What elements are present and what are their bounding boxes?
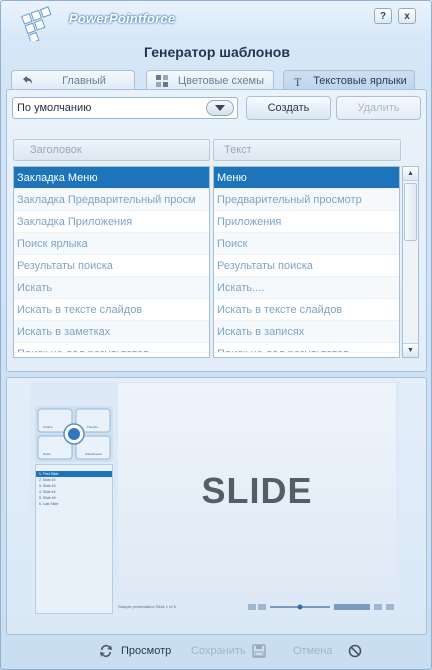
label-values-list: Меню Предварительный просмотр Приложения… xyxy=(213,166,400,358)
list-item[interactable]: Искать в заметках xyxy=(14,321,209,343)
help-button[interactable]: ? xyxy=(374,8,392,24)
cancel-button-label: Отмена xyxy=(293,645,333,657)
preview-menu-label: Attachments xyxy=(85,452,102,456)
list-item[interactable]: Искать в тексте слайдов xyxy=(214,299,399,321)
preview-menu-label: Thumbs xyxy=(87,425,98,429)
delete-button[interactable]: Удалить xyxy=(336,96,421,120)
refresh-icon xyxy=(97,642,115,660)
preview-slide-item: 6. Last Slide xyxy=(39,502,59,506)
no-entry-icon xyxy=(346,642,364,660)
chevron-down-icon[interactable] xyxy=(206,100,234,116)
preview-slide-list: 1. First Slide 2. Slide #2 3. Slide #3 4… xyxy=(35,464,113,614)
preset-select[interactable]: По умолчанию xyxy=(12,97,238,119)
list-item[interactable]: Закладка Приложения xyxy=(14,211,209,233)
tab-color-schemes-label: Цветовые схемы xyxy=(177,74,265,87)
create-button[interactable]: Создать xyxy=(246,96,331,120)
preview-menu-wheel: Outline Thumbs Notes Attachments xyxy=(35,406,113,462)
list-item[interactable]: Поиск ярлыка xyxy=(14,233,209,255)
tab-text-labels[interactable]: T Текстовые ярлыки xyxy=(283,70,415,90)
svg-text:T: T xyxy=(294,75,302,88)
preview-button[interactable]: Просмотр xyxy=(97,639,171,663)
list-item[interactable]: Результаты поиска xyxy=(14,255,209,277)
column-header-title: Заголовок xyxy=(13,139,210,161)
list-item[interactable]: Искать в тексте слайдов xyxy=(14,299,209,321)
preview-menu-label: Outline xyxy=(43,425,53,429)
column-header-text: Текст xyxy=(213,139,401,161)
label-keys-list: Закладка Меню Закладка Предварительный п… xyxy=(13,166,210,358)
list-item[interactable]: Меню xyxy=(214,167,399,189)
tab-text-labels-label: Текстовые ярлыки xyxy=(313,74,407,87)
scroll-up-icon[interactable]: ▲ xyxy=(403,167,418,181)
preset-select-value: По умолчанию xyxy=(17,102,92,114)
list-item[interactable]: Искать xyxy=(14,277,209,299)
list-item[interactable]: Результаты поиска xyxy=(214,255,399,277)
save-button-label: Сохранить xyxy=(191,645,246,657)
floppy-disk-icon xyxy=(250,642,268,660)
list-item[interactable]: Поиск не дал результатов xyxy=(14,343,209,353)
preview-playback-controls xyxy=(248,604,394,610)
color-grid-icon xyxy=(156,74,168,87)
preview-menu-label: Notes xyxy=(43,452,51,456)
list-item[interactable]: Закладка Предварительный просм xyxy=(14,189,209,211)
list-item[interactable]: Предварительный просмотр xyxy=(214,189,399,211)
preview-caption: Sample presentation Slide 1 of 6 xyxy=(118,604,176,609)
list-item[interactable]: Закладка Меню xyxy=(14,167,209,189)
undo-arrow-icon xyxy=(23,75,32,84)
tab-main-label: Главный xyxy=(62,74,106,87)
template-generator-window: PowerPointforce ? x Генератор шаблонов Г… xyxy=(0,0,432,670)
list-item[interactable]: Поиск xyxy=(214,233,399,255)
page-title: Генератор шаблонов xyxy=(144,44,290,60)
cancel-button[interactable]: Отмена xyxy=(293,639,364,663)
list-item[interactable]: Искать.... xyxy=(214,277,399,299)
list-item[interactable]: Поиск не дал результатов xyxy=(214,343,399,353)
powerpointforce-logo-icon xyxy=(21,6,52,41)
tab-color-schemes[interactable]: Цветовые схемы xyxy=(146,70,274,90)
list-scrollbar[interactable]: ▲ ▼ xyxy=(402,166,419,358)
preview-button-label: Просмотр xyxy=(121,645,172,657)
close-button[interactable]: x xyxy=(398,8,416,24)
preview-slide: SLIDE xyxy=(118,383,396,599)
text-label-icon: T xyxy=(294,75,302,88)
save-button[interactable]: Сохранить xyxy=(191,639,268,663)
list-item[interactable]: Искать в записях xyxy=(214,321,399,343)
scroll-down-icon[interactable]: ▼ xyxy=(403,343,418,357)
brand-name: PowerPointforce xyxy=(69,11,176,26)
list-item[interactable]: Приложения xyxy=(214,211,399,233)
tab-main[interactable]: Главный xyxy=(11,70,135,90)
scroll-thumb[interactable] xyxy=(404,183,417,241)
